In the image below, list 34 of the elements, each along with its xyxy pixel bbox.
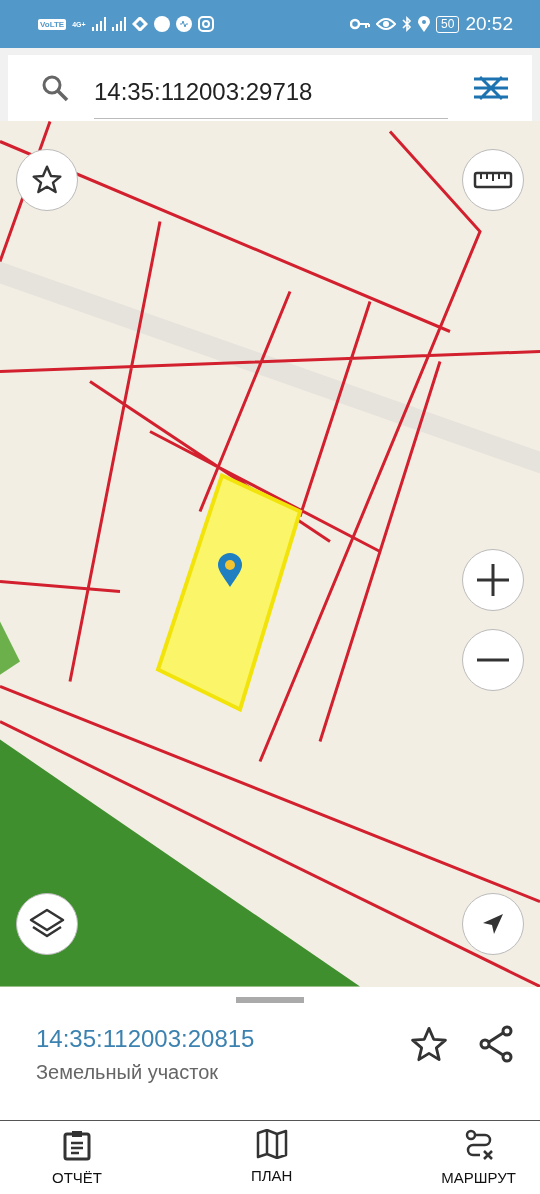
ruler-icon <box>473 169 513 191</box>
map-icon <box>255 1129 288 1159</box>
audio-icon <box>175 16 192 32</box>
nav-tab[interactable]: МАРШРУТ <box>441 1121 516 1194</box>
search-bar[interactable]: 14:35:112003:29718 <box>8 55 532 121</box>
camera-app-icon <box>197 16 214 32</box>
bluetooth-icon <box>402 16 413 32</box>
volte-label: VoLTE <box>38 18 67 30</box>
clock-time: 20:52 <box>465 13 513 35</box>
arrow-icon <box>481 912 505 936</box>
minus-icon <box>475 657 511 663</box>
eye-icon <box>376 17 397 31</box>
search-field[interactable]: 14:35:112003:29718 <box>94 66 448 119</box>
location-pin-icon <box>218 553 242 587</box>
nav-tab[interactable]: ПЛАН <box>250 1121 293 1194</box>
signal-icon <box>111 17 126 31</box>
search-icon[interactable] <box>40 73 70 103</box>
battery-level: 50 <box>436 15 460 33</box>
cadastral-number: 14:35:112003:20815 <box>36 1025 256 1053</box>
star-icon <box>31 164 63 196</box>
clipboard-icon <box>62 1129 92 1161</box>
location-icon <box>418 16 431 32</box>
signal-icon <box>91 17 106 31</box>
nav-tab[interactable]: ОТЧЁТ <box>52 1121 102 1194</box>
key-icon <box>350 18 371 30</box>
app-icon <box>131 17 148 31</box>
filter-lines-icon[interactable] <box>472 75 510 101</box>
route-icon <box>463 1129 494 1161</box>
plus-icon <box>475 562 511 598</box>
share-button[interactable] <box>478 1025 514 1063</box>
drag-handle[interactable] <box>236 997 304 1003</box>
circle-app-icon <box>153 16 170 32</box>
favorite-button[interactable] <box>410 1026 448 1062</box>
place-type: Земельный участок <box>36 1061 219 1084</box>
